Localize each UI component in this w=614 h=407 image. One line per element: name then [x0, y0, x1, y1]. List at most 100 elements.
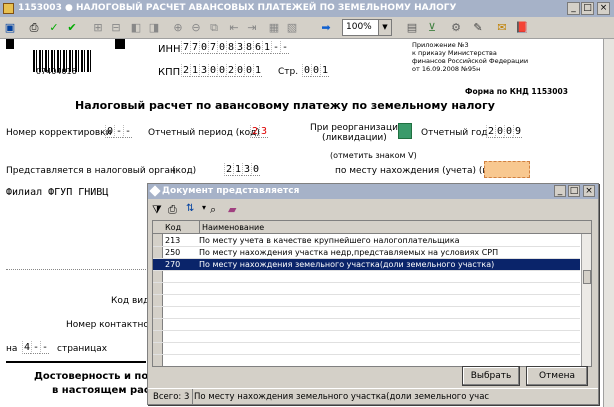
digit-cell: 1	[262, 41, 271, 54]
kpp-field[interactable]: 213002001	[181, 64, 262, 77]
appendix-line: финансов Российской Федерации	[412, 57, 529, 65]
divider	[6, 361, 146, 363]
help-book-icon[interactable]: 📕	[514, 20, 530, 36]
page-field: 001	[302, 64, 329, 77]
notes-icon[interactable]: ✉	[494, 20, 510, 36]
digit-cell: 0	[199, 41, 208, 54]
remove-icon[interactable]: ⊖	[188, 20, 204, 36]
copy-icon[interactable]: ⧉	[206, 20, 222, 36]
empty-row	[153, 319, 580, 331]
digit-cell: 0	[105, 125, 114, 138]
reorg-note: (отметить знаком V)	[330, 151, 417, 160]
cancel-button[interactable]: Отмена	[526, 366, 588, 386]
dialog-toolbar: ⧩ ⎙ ⇅ ▾ ⌕ ▰	[152, 202, 592, 218]
inn-field[interactable]: 7707083861--	[181, 41, 289, 54]
dialog-close-button[interactable]: ×	[583, 185, 595, 197]
minimize-button[interactable]: _	[567, 2, 580, 15]
zoom-select[interactable]: 100% ▼	[342, 19, 392, 36]
zoom-value: 100%	[346, 22, 372, 32]
app-icon	[3, 3, 14, 14]
digit-cell: 3	[242, 163, 251, 176]
table-row[interactable]: 213 По месту учета в качестве крупнейшего…	[153, 235, 580, 247]
filter-icon[interactable]: ⧩	[152, 203, 162, 217]
lookup-icon[interactable]: ⊻	[424, 20, 440, 36]
authority-code-label: (код)	[172, 166, 197, 176]
check-icon[interactable]: ✓	[46, 20, 62, 36]
digit-cell: 1	[233, 163, 242, 176]
digit-cell: 3	[235, 41, 244, 54]
dialog-title: Документ представляется	[162, 186, 300, 196]
digit-cell: 7	[181, 41, 190, 54]
correction-field[interactable]: 0--	[105, 125, 132, 138]
sort-icon[interactable]: ⇅	[186, 203, 194, 214]
digit-cell: -	[280, 41, 289, 54]
dialog-maximize-button[interactable]: □	[568, 185, 580, 197]
arrow-right-icon[interactable]: ➡	[318, 20, 334, 36]
corner-marker	[115, 39, 125, 49]
digit-cell: -	[31, 341, 40, 354]
reorg-label-2: (ликвидации)	[322, 133, 387, 143]
print-icon[interactable]: ⎙	[26, 20, 42, 36]
document-scrollbar[interactable]	[603, 39, 614, 407]
close-button[interactable]: ×	[597, 2, 610, 15]
year-field[interactable]: 2009	[486, 125, 522, 138]
clear-icon[interactable]: ▧	[284, 20, 300, 36]
inn-label: ИНН	[158, 44, 181, 55]
row-code: 213	[165, 236, 181, 245]
pages-suffix: страницах	[57, 344, 108, 354]
digit-cell: 2	[226, 64, 235, 77]
org-name-field[interactable]: Филиал ФГУП ГНИВЦ	[6, 187, 108, 198]
first-icon[interactable]: ⇤	[226, 20, 242, 36]
chevron-down-icon[interactable]: ▾	[202, 203, 206, 212]
empty-row	[153, 343, 580, 355]
scroll-thumb[interactable]	[583, 270, 591, 284]
select-button[interactable]: Выбрать	[462, 366, 520, 386]
digit-cell: 1	[190, 64, 199, 77]
fill-icon[interactable]: ▦	[266, 20, 282, 36]
digit-cell: 8	[244, 41, 253, 54]
column-header-code[interactable]: Код	[165, 221, 181, 234]
prev-page-icon[interactable]: ◧	[128, 20, 144, 36]
table-scrollbar[interactable]	[581, 234, 591, 366]
table-row[interactable]: ▶270По месту нахождения земельного участ…	[153, 259, 580, 271]
add-page-icon[interactable]: ⊞	[90, 20, 106, 36]
authority-field[interactable]: 2130	[224, 163, 260, 176]
digit-cell: 4	[22, 341, 31, 354]
digit-cell: 2	[224, 163, 233, 176]
reorg-checkbox[interactable]	[398, 123, 412, 139]
calculator-icon[interactable]: ▤	[404, 20, 420, 36]
help-book-icon[interactable]: ▰	[228, 203, 236, 216]
tools-icon[interactable]: ⚙	[448, 20, 464, 36]
last-icon[interactable]: ⇥	[244, 20, 260, 36]
window-titlebar: 1153003 ● НАЛОГОВЫЙ РАСЧЕТ АВАНСОВЫХ ПЛА…	[0, 0, 614, 17]
location-code-field[interactable]	[484, 161, 530, 178]
dialog-titlebar: Документ представляется	[148, 184, 598, 199]
table-row[interactable]: 250 По месту нахождения участка недр,пред…	[153, 247, 580, 259]
column-header-name[interactable]: Наименование	[199, 221, 264, 234]
period-field[interactable]: 23	[250, 125, 268, 138]
page-label: Стр.	[278, 67, 299, 77]
delete-page-icon[interactable]: ⊟	[108, 20, 124, 36]
digit-cell: -	[114, 125, 123, 138]
digit-cell: 7	[190, 41, 199, 54]
insert-icon[interactable]: ⊕	[170, 20, 186, 36]
digit-cell: 0	[311, 64, 320, 77]
next-page-icon[interactable]: ◨	[146, 20, 162, 36]
row-name: По месту нахождения участка недр,предста…	[199, 248, 499, 257]
dialog-minimize-button[interactable]: _	[554, 185, 566, 197]
kpp-label: КПП	[158, 67, 181, 78]
authority-label: Представляется в налоговый орган	[6, 166, 176, 176]
wrench-icon[interactable]: ✎	[470, 20, 486, 36]
binoculars-icon[interactable]: ⌕	[210, 203, 216, 217]
digit-cell: 1	[253, 64, 262, 77]
year-label: Отчетный год	[421, 128, 488, 138]
print-icon[interactable]: ⎙	[168, 203, 177, 217]
check-all-icon[interactable]: ✔	[64, 20, 80, 36]
save-icon[interactable]: ▣	[2, 20, 18, 36]
digit-cell: 0	[504, 125, 513, 138]
digit-cell: 3	[199, 64, 208, 77]
maximize-button[interactable]: □	[581, 2, 594, 15]
page-title: Налоговый расчет по авансовому платежу п…	[75, 99, 495, 112]
pages-field[interactable]: 4--	[22, 341, 49, 354]
digit-cell: 2	[181, 64, 190, 77]
